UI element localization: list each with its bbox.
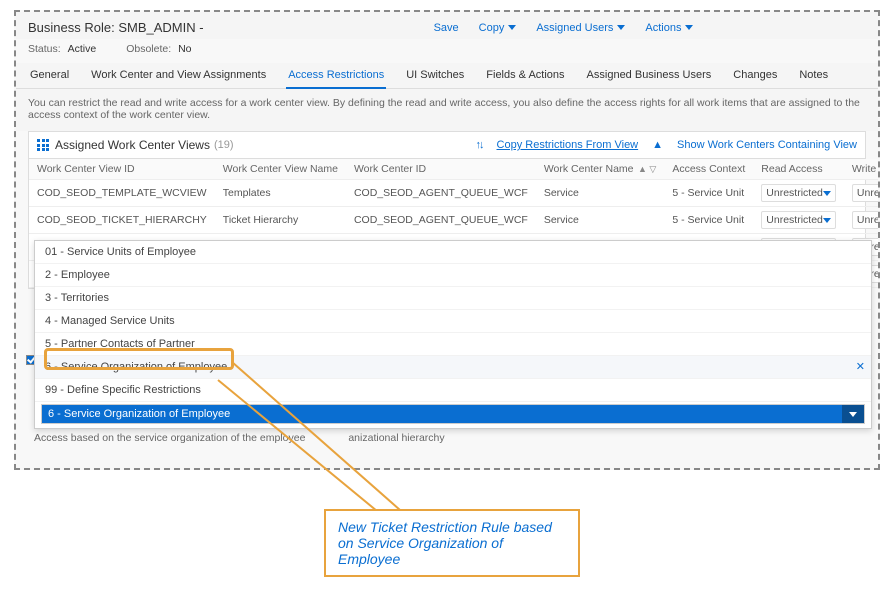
chevron-down-icon xyxy=(849,412,857,417)
header-actions: Save Copy Assigned Users Actions xyxy=(434,22,694,34)
dropdown-item[interactable]: 5 - Partner Contacts of Partner xyxy=(35,333,871,356)
chevron-down-icon xyxy=(823,218,831,223)
tab-bar: General Work Center and View Assignments… xyxy=(16,63,878,89)
cell-wc-id: COD_SEOD_AGENT_QUEUE_WCF xyxy=(346,180,536,207)
role-value: SMB_ADMIN - xyxy=(118,20,203,35)
tab-ui[interactable]: UI Switches xyxy=(404,63,466,88)
cell-ctx: 5 - Service Unit xyxy=(664,180,753,207)
dropdown-item[interactable]: 3 - Territories xyxy=(35,287,871,310)
info-text: You can restrict the read and write acce… xyxy=(16,89,878,131)
panel-count: (19) xyxy=(214,139,234,151)
cell-read[interactable]: Unrestricted xyxy=(753,207,844,234)
save-action[interactable]: Save xyxy=(434,22,459,34)
col-view-id[interactable]: Work Center View ID xyxy=(29,159,215,180)
tab-wcv[interactable]: Work Center and View Assignments xyxy=(89,63,268,88)
obsolete-field: Obsolete: No xyxy=(126,43,191,55)
cell-ctx: 5 - Service Unit xyxy=(664,207,753,234)
tab-general[interactable]: General xyxy=(28,63,71,88)
dropdown-item[interactable]: 4 - Managed Service Units xyxy=(35,310,871,333)
dropdown-expand-button[interactable] xyxy=(842,405,864,423)
tab-users[interactable]: Assigned Business Users xyxy=(585,63,714,88)
status-field: Status: Active xyxy=(28,43,96,55)
grid-icon xyxy=(37,139,49,151)
close-icon[interactable]: ✕ xyxy=(856,360,865,373)
tab-notes[interactable]: Notes xyxy=(797,63,830,88)
dropdown-item[interactable]: 6 - Service Organization of Employee✕ xyxy=(35,356,871,379)
person-icon[interactable]: ▲ xyxy=(652,139,663,151)
filter-icon[interactable]: ▲ ▽ xyxy=(636,164,657,174)
dropdown-item[interactable]: 99 - Define Specific Restrictions xyxy=(35,379,871,402)
status-value: Active xyxy=(68,43,97,55)
panel-title: Assigned Work Center Views xyxy=(55,138,210,152)
cell-wc-id: COD_SEOD_AGENT_QUEUE_WCF xyxy=(346,207,536,234)
dropdown-item[interactable]: 01 - Service Units of Employee xyxy=(35,241,871,264)
show-work-centers-link[interactable]: Show Work Centers Containing View xyxy=(677,139,857,151)
table-row[interactable]: COD_SEOD_TEMPLATE_WCVIEWTemplatesCOD_SEO… xyxy=(29,180,880,207)
panel-links: ↑↓ Copy Restrictions From View ▲ Show Wo… xyxy=(476,139,857,151)
copy-action[interactable]: Copy xyxy=(479,22,517,34)
callout-text: New Ticket Restriction Rule based on Ser… xyxy=(338,519,552,567)
actions-menu[interactable]: Actions xyxy=(645,22,693,34)
cell-view-name: Templates xyxy=(215,180,346,207)
col-wc-name[interactable]: Work Center Name ▲ ▽ xyxy=(536,159,665,180)
role-label: Business Role: xyxy=(28,20,115,35)
sort-icon[interactable]: ↑↓ xyxy=(476,139,483,151)
cell-view-id: COD_SEOD_TEMPLATE_WCVIEW xyxy=(29,180,215,207)
page-header: Business Role: SMB_ADMIN - Save Copy Ass… xyxy=(16,12,878,39)
dropdown-item[interactable]: 2 - Employee xyxy=(35,264,871,287)
cell-read[interactable]: Unrestricted xyxy=(753,180,844,207)
col-view-name[interactable]: Work Center View Name xyxy=(215,159,346,180)
status-row: Status: Active Obsolete: No xyxy=(16,39,878,63)
cell-view-id: COD_SEOD_TICKET_HIERARCHY xyxy=(29,207,215,234)
col-write[interactable]: Write Access xyxy=(844,159,880,180)
tab-access[interactable]: Access Restrictions xyxy=(286,63,386,89)
col-read[interactable]: Read Access xyxy=(753,159,844,180)
col-access-ctx[interactable]: Access Context xyxy=(664,159,753,180)
chevron-down-icon xyxy=(823,191,831,196)
status-label: Status: xyxy=(28,43,61,55)
tab-fields[interactable]: Fields & Actions xyxy=(484,63,566,88)
obsolete-value: No xyxy=(178,43,191,55)
cell-write[interactable]: Unrestricted xyxy=(844,180,880,207)
cell-wc-name: Service xyxy=(536,207,665,234)
obsolete-label: Obsolete: xyxy=(126,43,171,55)
assigned-users-action[interactable]: Assigned Users xyxy=(536,22,625,34)
col-wc-id[interactable]: Work Center ID xyxy=(346,159,536,180)
restriction-text-2: anizational hierarchy xyxy=(348,432,444,444)
tab-changes[interactable]: Changes xyxy=(731,63,779,88)
cell-write[interactable]: Unrestricted xyxy=(844,207,880,234)
copy-restrictions-link[interactable]: Copy Restrictions From View xyxy=(497,139,639,151)
table-header-row: Work Center View ID Work Center View Nam… xyxy=(29,159,880,180)
access-context-dropdown[interactable]: 01 - Service Units of Employee2 - Employ… xyxy=(34,240,872,429)
role-title: Business Role: SMB_ADMIN - xyxy=(28,20,204,35)
dropdown-selected-text: 6 - Service Organization of Employee xyxy=(42,405,842,423)
cell-wc-name: Service xyxy=(536,180,665,207)
panel-header: Assigned Work Center Views (19) ↑↓ Copy … xyxy=(29,132,865,159)
dropdown-select-box[interactable]: 6 - Service Organization of Employee xyxy=(41,404,865,424)
restriction-text-1: Access based on the service organization… xyxy=(34,432,305,444)
table-row[interactable]: COD_SEOD_TICKET_HIERARCHYTicket Hierarch… xyxy=(29,207,880,234)
cell-view-name: Ticket Hierarchy xyxy=(215,207,346,234)
annotation-callout: New Ticket Restriction Rule based on Ser… xyxy=(324,509,580,577)
